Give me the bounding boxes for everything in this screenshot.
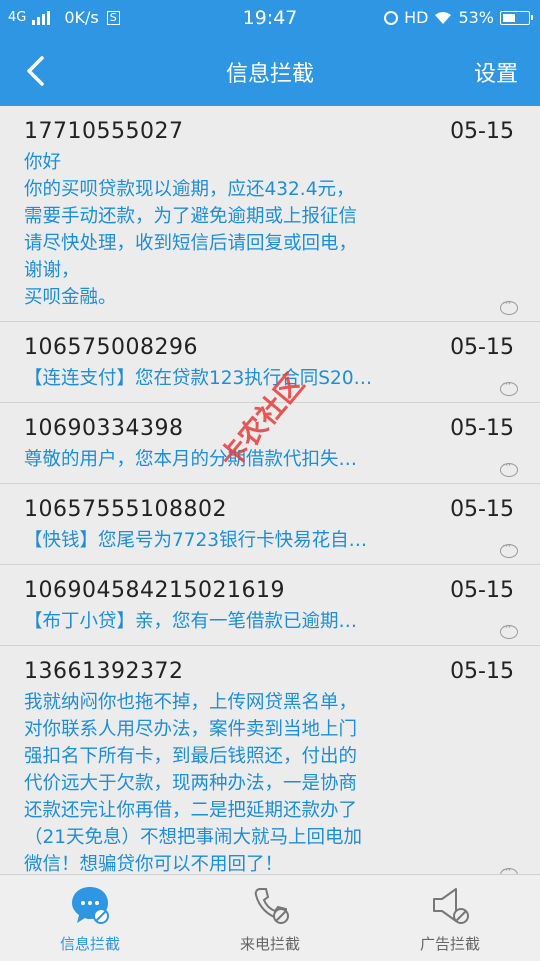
status-bar: 4G 0K/s S 19:47 HD 53%: [0, 0, 540, 36]
message-date: 05-15: [450, 497, 514, 522]
tab-ad-block[interactable]: 广告拦截: [360, 875, 540, 961]
tab-message-block[interactable]: 信息拦截: [0, 875, 180, 961]
message-item[interactable]: 17710555027 05-15 你好 你的买呗贷款现以逾期，应还432.4元…: [0, 106, 540, 322]
message-sender: 10657555108802: [24, 497, 227, 522]
page-title: 信息拦截: [225, 62, 314, 87]
tab-call-block[interactable]: 来电拦截: [180, 875, 360, 961]
message-item[interactable]: 10690334398 05-15 尊敬的用户，您本月的分期借款代扣失…: [0, 403, 540, 484]
hd-indicator: HD: [404, 8, 429, 27]
message-sender: 106575008296: [24, 335, 198, 360]
message-date: 05-15: [450, 578, 514, 603]
message-item[interactable]: 106575008296 05-15 【连连支付】您在贷款123执行合同S20…: [0, 322, 540, 403]
reply-bubble-icon[interactable]: [500, 377, 518, 396]
message-sender: 13661392372: [24, 659, 184, 684]
message-body: 尊敬的用户，您本月的分期借款代扣失…: [24, 449, 358, 470]
message-date: 05-15: [450, 335, 514, 360]
reply-bubble-icon[interactable]: [500, 458, 518, 477]
message-date: 05-15: [450, 416, 514, 441]
alarm-icon: [384, 10, 399, 25]
message-sender: 10690334398: [24, 416, 184, 441]
tab-label: 来电拦截: [239, 935, 300, 953]
message-item[interactable]: 13661392372 05-15 我就纳闷你也拖不掉，上传网贷黑名单， 对你联…: [0, 646, 540, 874]
wifi-icon: [435, 11, 452, 24]
battery-icon: [500, 10, 533, 25]
message-sender: 10690458421502161​9: [24, 578, 285, 603]
bottom-nav: 信息拦截 来电拦截 广告拦截: [0, 874, 540, 961]
reply-bubble-icon[interactable]: [500, 296, 518, 315]
message-body: 我就纳闷你也拖不掉，上传网贷黑名单， 对你联系人用尽办法，案件卖到当地上门 强扣…: [24, 692, 363, 874]
tab-label: 信息拦截: [59, 935, 120, 953]
message-item[interactable]: 10690458421502161​9 05-15 【布丁小贷】亲，您有一笔借款…: [0, 565, 540, 646]
reply-bubble-icon[interactable]: [500, 620, 518, 639]
message-body: 【连连支付】您在贷款123执行合同S20…: [24, 368, 373, 389]
message-block-icon: [72, 887, 109, 924]
settings-button[interactable]: 设置: [474, 56, 518, 88]
message-item[interactable]: 10657555108802 05-15 【快钱】您尾号为7723银行卡快易花自…: [0, 484, 540, 565]
message-sender: 17710555027: [24, 119, 184, 144]
battery-percent: 53%: [458, 8, 494, 27]
message-date: 05-15: [450, 119, 514, 144]
title-bar: 信息拦截 设置: [0, 36, 540, 106]
message-body: 你好 你的买呗贷款现以逾期，应还432.4元， 需要手动还款，为了避免逾期或上报…: [24, 152, 358, 308]
reply-bubble-icon[interactable]: [500, 539, 518, 558]
message-body: 【布丁小贷】亲，您有一笔借款已逾期…: [24, 611, 358, 632]
message-date: 05-15: [450, 659, 514, 684]
tab-label: 广告拦截: [419, 935, 480, 953]
ad-block-icon: [433, 888, 469, 924]
battery-level: [503, 13, 515, 22]
phone-block-icon: [254, 888, 289, 924]
message-body: 【快钱】您尾号为7723银行卡快易花自…: [24, 530, 368, 551]
message-list[interactable]: 17710555027 05-15 你好 你的买呗贷款现以逾期，应还432.4元…: [0, 106, 540, 874]
